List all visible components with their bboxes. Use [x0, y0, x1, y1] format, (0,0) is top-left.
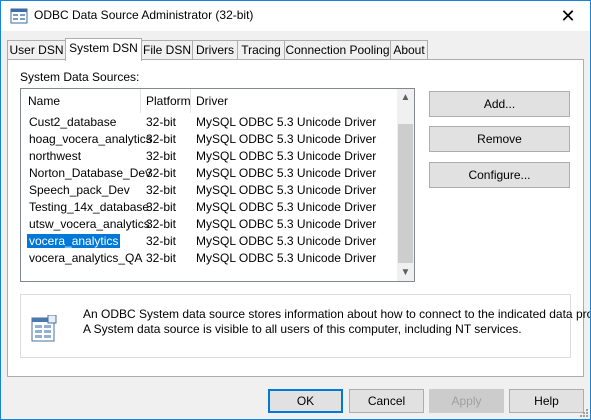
- list-header: Name Platform Driver: [21, 89, 397, 113]
- dsn-name: northwest: [29, 149, 82, 163]
- data-source-list[interactable]: Name Platform Driver Cust2_database 32-b…: [20, 88, 415, 282]
- data-source-icon: [31, 315, 57, 342]
- dsn-name: Cust2_database: [29, 115, 117, 129]
- scroll-up-icon[interactable]: ▲: [397, 89, 414, 106]
- column-header-driver[interactable]: Driver: [196, 94, 228, 108]
- remove-button[interactable]: Remove: [429, 126, 570, 152]
- column-header-name[interactable]: Name: [28, 94, 60, 108]
- dsn-platform: 32-bit: [146, 200, 177, 214]
- dsn-name: Norton_Database_Dev: [29, 166, 152, 180]
- system-data-sources-label: System Data Sources:: [20, 70, 140, 84]
- dsn-name: utsw_vocera_analytics: [29, 217, 150, 231]
- scroll-thumb[interactable]: [398, 124, 413, 263]
- dsn-name: Speech_pack_Dev: [29, 183, 130, 197]
- help-button[interactable]: Help: [509, 389, 584, 413]
- tab-connection-pooling[interactable]: Connection Pooling: [284, 40, 391, 59]
- dsn-name: Testing_14x_database: [29, 200, 150, 214]
- info-box: An ODBC System data source stores inform…: [20, 294, 590, 358]
- dsn-platform: 32-bit: [146, 183, 177, 197]
- dsn-driver: MySQL ODBC 5.3 Unicode Driver: [196, 132, 377, 146]
- table-row[interactable]: Norton_Database_Dev 32-bit MySQL ODBC 5.…: [21, 165, 397, 182]
- tab-tracing[interactable]: Tracing: [237, 40, 285, 59]
- column-divider[interactable]: [190, 89, 191, 113]
- odbc-app-icon: [10, 8, 28, 24]
- tab-user-dsn[interactable]: User DSN: [7, 40, 66, 59]
- cancel-button[interactable]: Cancel: [349, 389, 424, 413]
- dsn-platform: 32-bit: [146, 149, 177, 163]
- table-row-selected[interactable]: vocera_analytics 32-bit MySQL ODBC 5.3 U…: [21, 233, 397, 250]
- close-icon[interactable]: ✕: [546, 1, 590, 31]
- dsn-platform: 32-bit: [146, 132, 177, 146]
- vertical-scrollbar[interactable]: ▲ ▼: [397, 89, 414, 281]
- tab-file-dsn[interactable]: File DSN: [141, 40, 193, 59]
- dsn-name: vocera_analytics_QA: [29, 251, 143, 265]
- apply-button[interactable]: Apply: [429, 389, 504, 413]
- table-row[interactable]: northwest 32-bit MySQL ODBC 5.3 Unicode …: [21, 148, 397, 165]
- title-bar: ODBC Data Source Administrator (32-bit) …: [1, 1, 590, 31]
- dsn-name: hoag_vocera_analytics: [29, 132, 152, 146]
- dsn-driver: MySQL ODBC 5.3 Unicode Driver: [196, 183, 377, 197]
- tab-about[interactable]: About: [390, 40, 428, 59]
- table-row[interactable]: Speech_pack_Dev 32-bit MySQL ODBC 5.3 Un…: [21, 182, 397, 199]
- resize-grip-icon[interactable]: [578, 407, 588, 417]
- dsn-driver: MySQL ODBC 5.3 Unicode Driver: [196, 251, 377, 265]
- tab-system-dsn[interactable]: System DSN: [65, 38, 142, 61]
- dsn-driver: MySQL ODBC 5.3 Unicode Driver: [196, 115, 377, 129]
- dsn-driver: MySQL ODBC 5.3 Unicode Driver: [196, 149, 377, 163]
- dsn-driver: MySQL ODBC 5.3 Unicode Driver: [196, 166, 377, 180]
- dsn-platform: 32-bit: [146, 115, 177, 129]
- table-row[interactable]: vocera_analytics_QA 32-bit MySQL ODBC 5.…: [21, 250, 397, 267]
- table-row[interactable]: Testing_14x_database 32-bit MySQL ODBC 5…: [21, 199, 397, 216]
- scroll-down-icon[interactable]: ▼: [397, 264, 414, 281]
- tab-drivers[interactable]: Drivers: [192, 40, 238, 59]
- table-row[interactable]: Cust2_database 32-bit MySQL ODBC 5.3 Uni…: [21, 114, 397, 131]
- table-row[interactable]: utsw_vocera_analytics 32-bit MySQL ODBC …: [21, 216, 397, 233]
- system-dsn-panel: System Data Sources: Name Platform Drive…: [7, 59, 590, 377]
- dsn-driver: MySQL ODBC 5.3 Unicode Driver: [196, 200, 377, 214]
- add-button[interactable]: Add...: [429, 91, 570, 117]
- configure-button[interactable]: Configure...: [429, 162, 570, 188]
- dsn-name: vocera_analytics: [27, 234, 121, 248]
- dsn-platform: 32-bit: [146, 234, 177, 248]
- column-divider[interactable]: [140, 89, 141, 113]
- table-row[interactable]: hoag_vocera_analytics 32-bit MySQL ODBC …: [21, 131, 397, 148]
- ok-button[interactable]: OK: [268, 389, 343, 413]
- dsn-driver: MySQL ODBC 5.3 Unicode Driver: [196, 217, 377, 231]
- odbc-dialog: ODBC Data Source Administrator (32-bit) …: [0, 0, 591, 420]
- dsn-platform: 32-bit: [146, 251, 177, 265]
- dsn-driver: MySQL ODBC 5.3 Unicode Driver: [196, 234, 377, 248]
- dsn-platform: 32-bit: [146, 217, 177, 231]
- window-title: ODBC Data Source Administrator (32-bit): [34, 8, 254, 22]
- info-text-line-2: A System data source is visible to all u…: [83, 322, 522, 336]
- info-text-line-1: An ODBC System data source stores inform…: [83, 307, 591, 321]
- column-header-platform[interactable]: Platform: [146, 94, 191, 108]
- dsn-platform: 32-bit: [146, 166, 177, 180]
